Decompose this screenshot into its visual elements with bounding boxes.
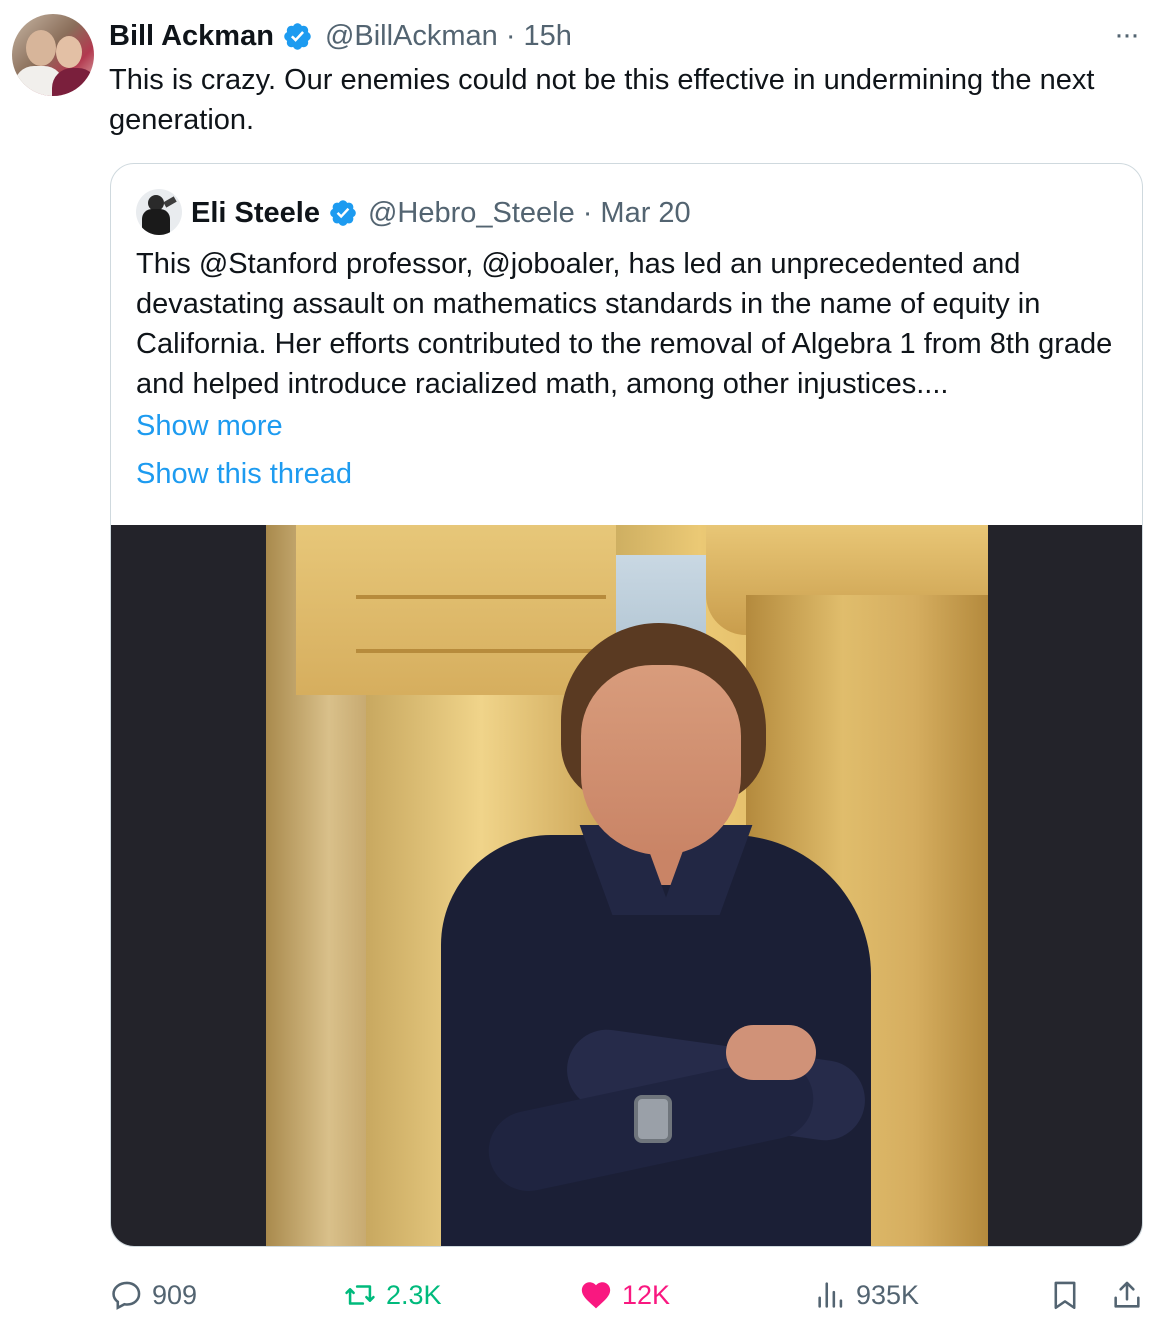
person-hand bbox=[726, 1025, 816, 1080]
views-icon bbox=[818, 1282, 843, 1308]
quote-photo[interactable] bbox=[111, 525, 1142, 1246]
action-bar: 909 2.3K 12K 935K bbox=[0, 1272, 1164, 1318]
capital-ornament bbox=[356, 595, 606, 653]
quote-text: This @Stanford professor, @joboaler, has… bbox=[136, 248, 1113, 400]
share-button[interactable] bbox=[1110, 1272, 1152, 1318]
quote-date: Mar 20 bbox=[600, 196, 691, 229]
views-button[interactable]: 935K bbox=[814, 1272, 919, 1318]
photo-capital bbox=[296, 525, 616, 695]
share-icon bbox=[1114, 1281, 1140, 1308]
avatar-figure bbox=[163, 196, 177, 208]
views-count: 935K bbox=[856, 1279, 920, 1310]
bookmark-button[interactable] bbox=[1048, 1272, 1090, 1318]
person-face bbox=[581, 665, 741, 855]
quote-author-name: Eli Steele bbox=[191, 196, 320, 229]
reply-icon bbox=[112, 1281, 141, 1310]
author-avatar[interactable] bbox=[12, 14, 94, 96]
tweet-time[interactable]: 15h bbox=[523, 20, 571, 53]
quote-author-handle: @Hebro_Steele bbox=[367, 196, 575, 229]
separator-dot: · bbox=[582, 196, 593, 229]
reply-count: 909 bbox=[152, 1279, 198, 1310]
retweet-button[interactable]: 2.3K bbox=[342, 1272, 442, 1318]
author-name[interactable]: Bill Ackman bbox=[109, 20, 274, 53]
tweet-header: Bill Ackman @BillAckman · 15h bbox=[109, 16, 572, 56]
show-thread-link[interactable]: Show this thread bbox=[136, 454, 352, 494]
like-count: 12K bbox=[622, 1279, 671, 1310]
avatar-figure bbox=[26, 30, 56, 66]
avatar-figure bbox=[52, 68, 94, 96]
retweet-count: 2.3K bbox=[386, 1279, 442, 1310]
author-handle[interactable]: @BillAckman bbox=[325, 20, 498, 53]
more-icon[interactable]: ··· bbox=[1108, 20, 1144, 50]
quoted-tweet[interactable]: Eli Steele @Hebro_Steele · Mar 20 This @… bbox=[110, 163, 1143, 1247]
avatar-figure bbox=[56, 36, 82, 68]
bookmark-icon bbox=[1054, 1281, 1076, 1310]
tweet-text: This is crazy. Our enemies could not be … bbox=[109, 64, 1095, 136]
show-more-link[interactable]: Show more bbox=[136, 406, 283, 446]
reply-button[interactable]: 909 bbox=[110, 1272, 197, 1318]
quote-author-avatar bbox=[136, 189, 182, 235]
retweet-icon bbox=[345, 1285, 375, 1305]
separator-dot: · bbox=[505, 19, 516, 52]
quote-header: Eli Steele @Hebro_Steele · Mar 20 bbox=[191, 194, 691, 232]
heart-icon bbox=[581, 1282, 611, 1309]
like-button[interactable]: 12K bbox=[578, 1272, 670, 1318]
person-watch bbox=[634, 1095, 672, 1143]
verified-badge-icon bbox=[330, 200, 356, 226]
photo-scene bbox=[266, 525, 988, 1246]
verified-badge-icon bbox=[284, 22, 311, 50]
avatar-figure bbox=[142, 209, 170, 235]
